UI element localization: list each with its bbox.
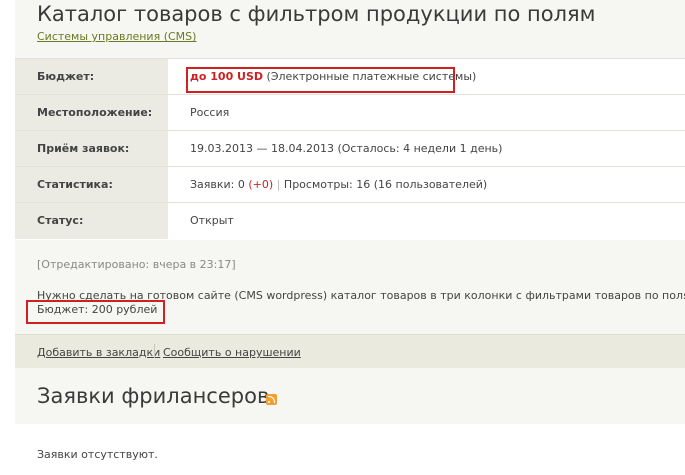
project-page: Каталог товаров с фильтром продукции по … [15,0,685,475]
stats-bids-plus: (+0) [248,178,274,191]
status-value: Открыт [168,203,685,239]
budget-value: до 100 USD (Электронные платежные систем… [168,59,685,95]
description-line-1: Нужно сделать на готовом сайте (CMS word… [37,289,685,302]
add-bookmark-link[interactable]: Добавить в закладки [37,346,160,359]
location-label: Местоположение: [15,95,168,131]
category-link[interactable]: Системы управления (CMS) [37,30,196,43]
rss-icon[interactable] [266,394,277,405]
info-row-accept: Приём заявок: 19.03.2013 — 18.04.2013 (О… [15,130,685,167]
project-description: [Отредактировано: вчера в 23:17] Нужно с… [15,240,685,334]
accept-label: Приём заявок: [15,131,168,167]
actions-divider [154,344,155,358]
info-row-location: Местоположение: Россия [15,94,685,131]
info-row-status: Статус: Открыт [15,202,685,239]
project-actions: Добавить в закладки Сообщить о нарушении [15,334,685,368]
location-value: Россия [168,95,685,131]
no-bids-message: Заявки отсутствуют. [37,448,158,461]
info-row-budget: Бюджет: до 100 USD (Электронные платежны… [15,58,685,95]
bids-section-header: Заявки фрилансеров [15,368,685,424]
bids-title: Заявки фрилансеров [37,384,270,408]
info-row-stats: Статистика: Заявки: 0 (+0) | Просмотры: … [15,166,685,203]
stats-bids: Заявки: 0 [190,178,245,191]
project-header: Каталог товаров с фильтром продукции по … [15,0,685,60]
edited-note: [Отредактировано: вчера в 23:17] [37,258,236,271]
budget-amount: до 100 USD [190,70,264,83]
budget-label: Бюджет: [15,59,168,95]
status-label: Статус: [15,203,168,239]
stats-views: Просмотры: 16 (16 пользователей) [283,178,488,191]
report-violation-link[interactable]: Сообщить о нарушении [163,346,301,359]
stats-value: Заявки: 0 (+0) | Просмотры: 16 (16 польз… [168,167,685,203]
budget-note: (Электронные платежные системы) [266,70,477,83]
stats-separator: | [276,178,281,191]
page-title: Каталог товаров с фильтром продукции по … [37,2,596,26]
description-line-2: Бюджет: 200 рублей [37,303,158,316]
accept-value: 19.03.2013 — 18.04.2013 (Осталось: 4 нед… [168,131,685,167]
stats-label: Статистика: [15,167,168,203]
